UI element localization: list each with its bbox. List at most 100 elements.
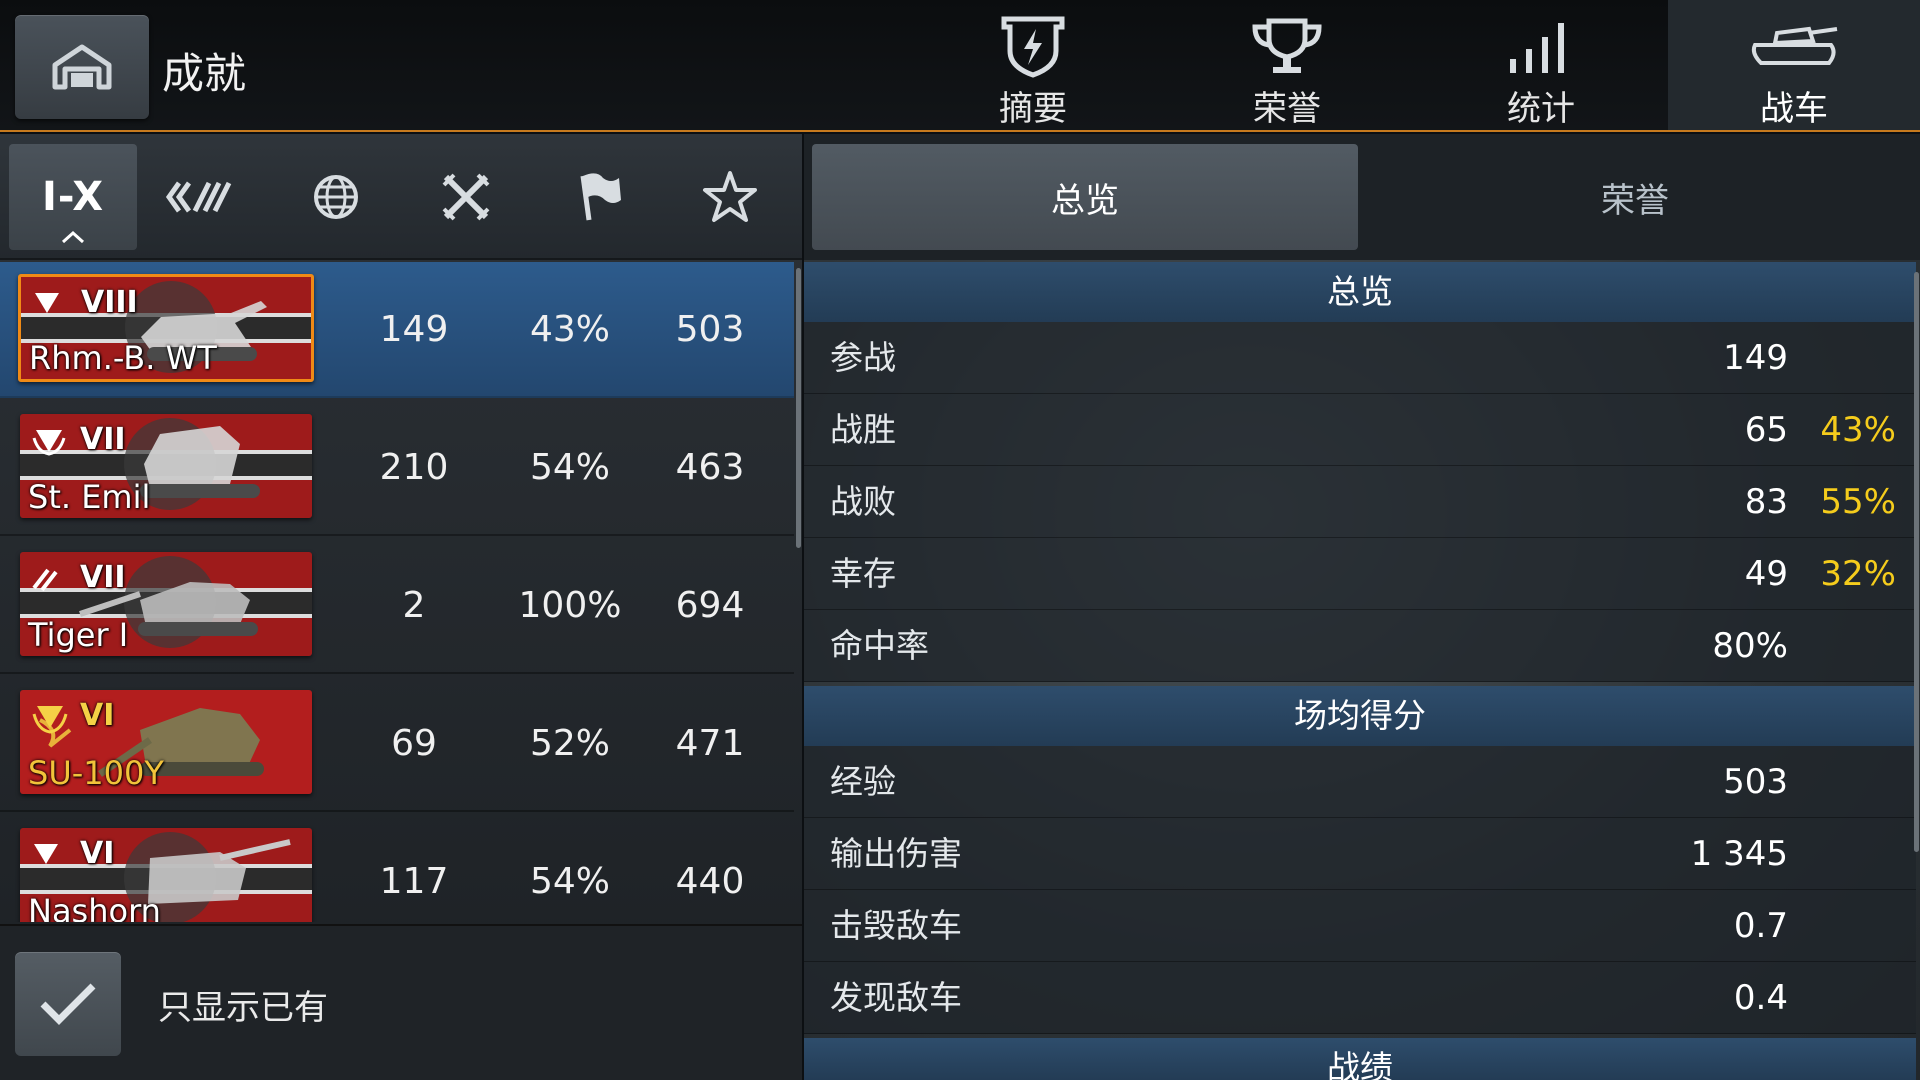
subtab-overview[interactable]: 总览	[812, 144, 1358, 250]
vehicle-tier: VII	[80, 560, 126, 595]
winrate-value: 54%	[529, 861, 610, 902]
tier-filter-label: I-X	[41, 174, 105, 220]
stat-label: 参战	[830, 338, 896, 377]
star-icon	[703, 171, 757, 222]
tab-statistics-label: 统计	[1507, 89, 1575, 129]
subtab-honors[interactable]: 荣誉	[1362, 144, 1908, 250]
shield-icon	[1001, 16, 1065, 78]
vehicle-card: VII St. Emil	[20, 414, 312, 518]
stat-value: 0.7	[1733, 906, 1788, 946]
page-title: 成就	[162, 49, 247, 98]
stat-value: 503	[1723, 762, 1788, 802]
tier-filter-button[interactable]: I-X	[9, 144, 137, 250]
vehicle-tier: VI	[80, 698, 115, 733]
flag-filter-button[interactable]	[534, 144, 662, 250]
winrate-value: 100%	[518, 585, 622, 626]
stat-percent: 55%	[1820, 482, 1896, 522]
stat-value: 65	[1744, 410, 1788, 450]
vehicle-row[interactable]: VII St. Emil 210 54% 463	[0, 400, 794, 536]
stat-label: 战胜	[830, 410, 896, 449]
stat-value: 0.4	[1733, 978, 1788, 1018]
avg-xp-value: 503	[675, 309, 745, 350]
vehicle-row[interactable]: VI SU-100Y 69 52% 471	[0, 676, 794, 812]
garage-button[interactable]	[15, 15, 149, 119]
caret-up-icon	[61, 230, 85, 244]
battles-value: 117	[379, 861, 449, 902]
stat-value: 83	[1744, 482, 1788, 522]
tab-summary[interactable]: 摘要	[906, 0, 1160, 130]
stat-value: 80%	[1712, 626, 1788, 666]
crossed-swords-icon	[442, 173, 490, 221]
overview-header: 总览	[804, 262, 1916, 322]
tank-icon	[1751, 26, 1838, 65]
stat-row-defeats: 战败 83 55%	[804, 466, 1916, 538]
vehicle-row[interactable]: VI Nashorn 117 54% 440	[0, 814, 794, 922]
stat-row-damage: 输出伤害 1 345	[804, 818, 1916, 890]
vehicle-list-scrollbar[interactable]	[796, 268, 801, 548]
avg-xp-value: 440	[675, 861, 745, 902]
globe-icon	[314, 175, 358, 219]
stat-value: 49	[1744, 554, 1788, 594]
trophy-icon	[1252, 18, 1322, 73]
winrate-value: 52%	[529, 723, 610, 764]
tab-honors[interactable]: 荣誉	[1160, 0, 1414, 130]
vehicle-list: VIII Rhm.-B. WT 149 43% 503 VII St. Emil	[0, 262, 794, 922]
stat-percent: 43%	[1820, 410, 1896, 450]
stat-row-xp: 经验 503	[804, 746, 1916, 818]
winrate-value: 54%	[529, 447, 610, 488]
battles-value: 210	[379, 447, 449, 488]
records-header: 战绩	[804, 1038, 1916, 1080]
nation-filter-button[interactable]	[272, 144, 400, 250]
tab-statistics[interactable]: 统计	[1414, 0, 1668, 130]
stat-label: 幸存	[830, 554, 896, 593]
tab-honors-label: 荣誉	[1253, 89, 1321, 129]
type-filter-button[interactable]	[402, 144, 530, 250]
filter-bar: I-X	[0, 134, 802, 260]
winrate-value: 43%	[529, 309, 610, 350]
td-class-icon	[34, 844, 58, 864]
vehicle-card: VI SU-100Y	[20, 690, 312, 794]
stats-scrollbar[interactable]	[1914, 272, 1919, 852]
vehicle-list-panel: I-X VIII Rhm.-B. WT 149 43% 503 VII St. …	[0, 134, 802, 1080]
top-bar: 成就 摘要 荣誉 统计 战车	[0, 0, 1920, 132]
tab-summary-label: 摘要	[999, 89, 1067, 129]
stat-percent: 32%	[1820, 554, 1896, 594]
stat-label: 输出伤害	[830, 834, 962, 873]
vehicle-tier: VI	[80, 836, 115, 871]
stat-row-destroyed: 击毁敌车 0.7	[804, 890, 1916, 962]
stat-row-spotted: 发现敌车 0.4	[804, 962, 1916, 1034]
premium-mastery-icon	[32, 706, 68, 734]
stat-label: 命中率	[830, 626, 929, 665]
vehicle-row[interactable]: VIII Rhm.-B. WT 149 43% 503	[0, 262, 794, 398]
vehicle-stats-panel: 总览 荣誉 总览 参战 149 战胜 65 43% 战败 83 55% 幸存 4…	[804, 134, 1920, 1080]
spg-class-icon	[35, 293, 59, 313]
mastery-badge-icon	[32, 430, 66, 456]
vehicle-name: Tiger I	[28, 616, 129, 654]
premium-filter-button[interactable]	[666, 144, 794, 250]
avg-xp-value: 471	[675, 723, 745, 764]
owned-filter-bar: 只显示已有	[0, 924, 802, 1080]
owned-only-checkbox[interactable]	[15, 952, 121, 1056]
tab-vehicles[interactable]: 战车	[1668, 0, 1920, 130]
class-filter-button[interactable]	[138, 144, 266, 250]
avg-xp-value: 694	[675, 585, 745, 626]
owned-only-label: 只显示已有	[158, 988, 328, 1028]
vehicle-card: VII Tiger I	[20, 552, 312, 656]
stat-value: 149	[1723, 338, 1788, 378]
stat-value: 1 345	[1690, 834, 1788, 874]
vehicle-row[interactable]: VII Tiger I 2 100% 694	[0, 538, 794, 674]
vehicle-name: SU-100Y	[28, 754, 164, 792]
flag-icon	[580, 173, 621, 221]
battles-value: 2	[402, 585, 426, 626]
battles-value: 149	[379, 309, 449, 350]
vehicle-name: St. Emil	[28, 478, 151, 516]
battles-value: 69	[391, 723, 437, 764]
garage-icon	[52, 44, 112, 90]
chevrons-icon	[165, 181, 232, 213]
averages-header: 场均得分	[804, 686, 1916, 746]
stats-subtabs: 总览 荣誉	[804, 134, 1920, 260]
stat-label: 经验	[830, 762, 896, 801]
vehicle-tier: VII	[80, 422, 126, 457]
avg-xp-value: 463	[675, 447, 745, 488]
bars-icon	[1510, 22, 1564, 73]
